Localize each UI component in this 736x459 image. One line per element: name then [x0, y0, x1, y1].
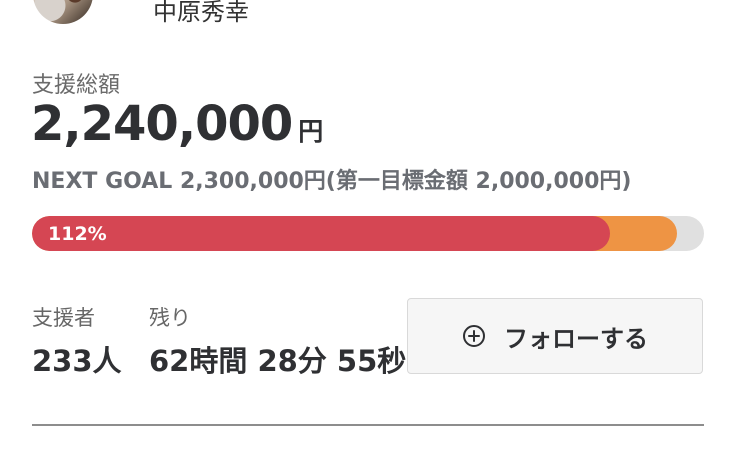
- creator-profile[interactable]: 中原秀幸: [33, 0, 249, 26]
- section-divider: [32, 424, 704, 426]
- progress-percent-label: 112%: [48, 223, 107, 245]
- remaining-time-value: 62時間 28分 55秒: [149, 344, 407, 378]
- progress-primary-fill: [32, 216, 610, 251]
- funding-label: 支援総額: [32, 73, 121, 98]
- backers-label: 支援者: [32, 306, 95, 330]
- funding-unit: 円: [298, 117, 324, 146]
- plus-circle-icon: [462, 324, 486, 348]
- creator-name[interactable]: 中原秀幸: [153, 0, 249, 27]
- remaining-time-stat: 残り 62時間 28分 55秒: [149, 302, 406, 380]
- follow-button-label: フォローする: [504, 324, 648, 353]
- funding-total: 2,240,000 円: [31, 96, 323, 152]
- backers-stat: 支援者 233人: [32, 302, 122, 380]
- funding-amount: 2,240,000: [31, 96, 293, 152]
- avatar[interactable]: [33, 0, 93, 24]
- follow-button[interactable]: フォローする: [407, 298, 703, 374]
- funding-progress-bar: 112%: [32, 216, 704, 251]
- next-goal-text: NEXT GOAL 2,300,000円(第一目標金額 2,000,000円): [32, 169, 632, 194]
- backers-value: 233人: [32, 344, 122, 378]
- remaining-time-label: 残り: [149, 306, 191, 330]
